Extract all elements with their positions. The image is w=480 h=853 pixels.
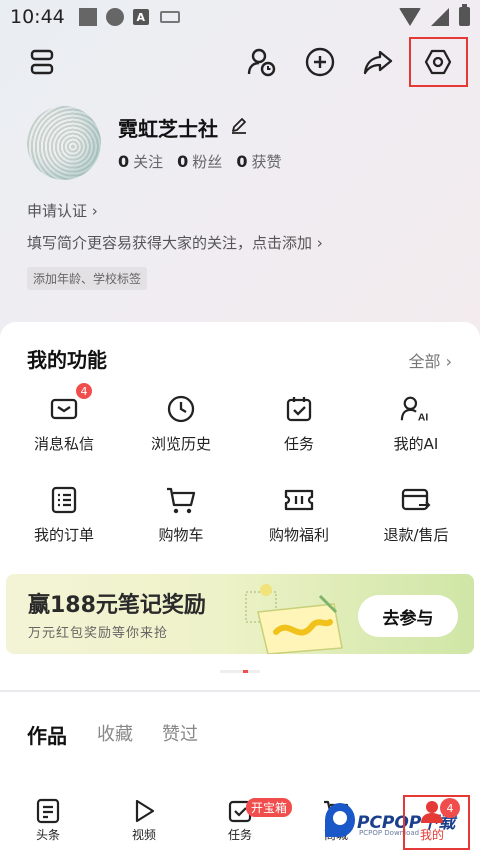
following-stat[interactable]: 0 关注 (118, 151, 163, 172)
menu-button[interactable] (22, 42, 62, 82)
func-label: 购物福利 (268, 526, 329, 544)
edit-icon[interactable] (230, 116, 248, 134)
nav-item-video[interactable]: 视频 (96, 798, 192, 843)
promo-banner[interactable]: 赢188元笔记奖励 万元红包奖励等你来抢 去参与 (6, 574, 474, 654)
func-label: 任务 (283, 435, 314, 453)
tab-works[interactable]: 作品 (27, 720, 67, 749)
join-button[interactable]: 去参与 (358, 595, 458, 637)
likes-stat[interactable]: 0 获赞 (236, 151, 281, 172)
bio-prompt-link[interactable]: 填写简介更容易获得大家的关注，点击添加 › (27, 232, 323, 253)
banner-pager-active (243, 670, 248, 673)
banner-pager (220, 670, 260, 673)
circle-icon (105, 8, 124, 26)
menu-icon (30, 49, 54, 75)
banner-subtitle: 万元红包奖励等你来抢 (28, 626, 169, 641)
func-label: 购物车 (158, 526, 204, 544)
wifi-icon (399, 7, 421, 26)
keyboard-icon (159, 11, 180, 23)
cart-icon (165, 484, 197, 516)
task-icon (283, 393, 315, 425)
notebook-illustration (245, 584, 343, 654)
func-item-orders[interactable]: 我的订单 (4, 484, 124, 545)
svg-text:AI: AI (418, 412, 428, 423)
status-time: 10:44 (10, 6, 65, 28)
func-item-tasks[interactable]: 任务 (239, 393, 359, 454)
tag-chip[interactable]: 添加年龄、学校标签 (27, 267, 148, 290)
nav-label: 头条 (35, 828, 60, 842)
func-item-history[interactable]: 浏览历史 (121, 393, 241, 454)
profile-stats: 0 关注 0 粉丝 0 获赞 (118, 151, 281, 172)
mail-icon: 4 (48, 381, 94, 425)
treasure-chest-badge[interactable]: 开宝箱 (246, 798, 293, 817)
signal-icon (431, 7, 449, 26)
ai-user-icon: AI (400, 393, 432, 425)
func-label: 我的AI (393, 435, 439, 453)
a-icon: A (132, 9, 149, 25)
nav-item-headline[interactable]: 头条 (0, 798, 96, 843)
func-label: 退款/售后 (383, 526, 449, 544)
func-item-cart[interactable]: 购物车 (121, 484, 241, 545)
func-item-refund[interactable]: 退款/售后 (356, 484, 476, 545)
fans-stat[interactable]: 0 粉丝 (177, 151, 222, 172)
clock-icon (165, 393, 197, 425)
avatar[interactable] (27, 106, 101, 180)
tab-liked[interactable]: 赞过 (162, 720, 198, 746)
order-icon (48, 484, 80, 516)
play-icon (135, 799, 155, 823)
func-label: 我的订单 (33, 526, 94, 544)
tab-favorites[interactable]: 收藏 (97, 720, 133, 746)
share-icon (363, 50, 393, 75)
status-bar: 10:44 A (0, 0, 480, 34)
functions-all-link[interactable]: 全部 › (409, 348, 453, 372)
friends-button[interactable] (242, 42, 282, 82)
settings-highlight-box (409, 37, 468, 87)
battery-icon (459, 4, 470, 26)
func-item-messages[interactable]: 4 消息私信 (4, 381, 124, 454)
func-item-ai[interactable]: AI 我的AI (356, 393, 476, 454)
watermark-icon (325, 803, 355, 837)
ticket-icon (283, 484, 315, 516)
add-icon (305, 47, 335, 77)
friend-icon (247, 48, 276, 77)
me-highlight-box (403, 795, 470, 850)
share-button[interactable] (358, 42, 398, 82)
refund-icon (400, 484, 432, 516)
square-icon (78, 8, 97, 26)
functions-title: 我的功能 (27, 348, 107, 372)
article-icon (36, 798, 60, 824)
nav-label: 视频 (131, 828, 156, 842)
banner-title: 赢188元笔记奖励 (28, 593, 206, 618)
messages-badge: 4 (74, 381, 94, 401)
func-item-welfare[interactable]: 购物福利 (239, 484, 359, 545)
add-button[interactable] (300, 42, 340, 82)
nav-label: 任务 (227, 828, 252, 842)
nickname[interactable]: 霓虹芝士社 (118, 113, 218, 142)
func-label: 浏览历史 (150, 435, 211, 453)
func-label: 消息私信 (33, 435, 94, 453)
verify-link[interactable]: 申请认证 › (27, 200, 98, 221)
